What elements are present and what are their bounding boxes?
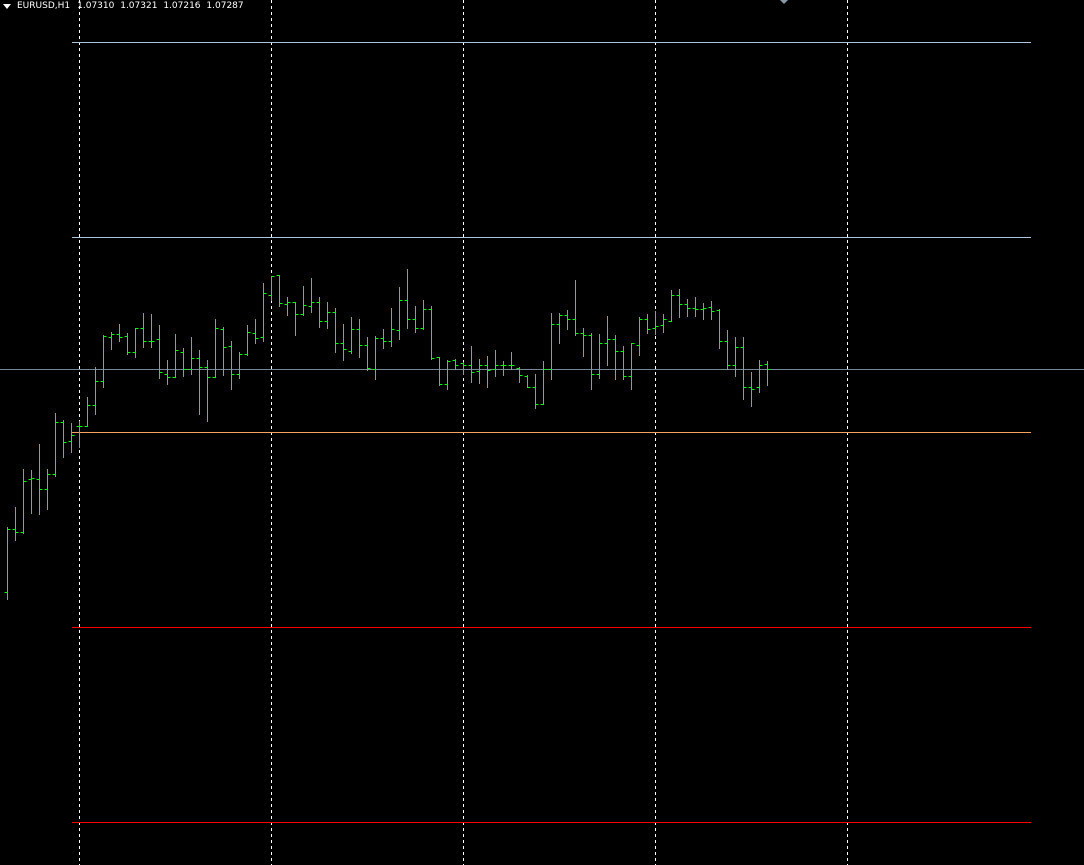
low-value: 1.07216 xyxy=(163,1,201,11)
chart-header: EURUSD,H1 1.07310 1.07321 1.07216 1.0728… xyxy=(3,1,244,12)
high-value: 1.07321 xyxy=(120,1,158,11)
chart-shift-marker-icon[interactable] xyxy=(780,0,788,4)
symbol-timeframe: EURUSD,H1 xyxy=(17,1,71,11)
chart-menu-triangle-icon[interactable] xyxy=(3,4,11,9)
price-chart[interactable] xyxy=(0,0,1084,865)
open-value: 1.07310 xyxy=(77,1,115,11)
close-value: 1.07287 xyxy=(206,1,244,11)
